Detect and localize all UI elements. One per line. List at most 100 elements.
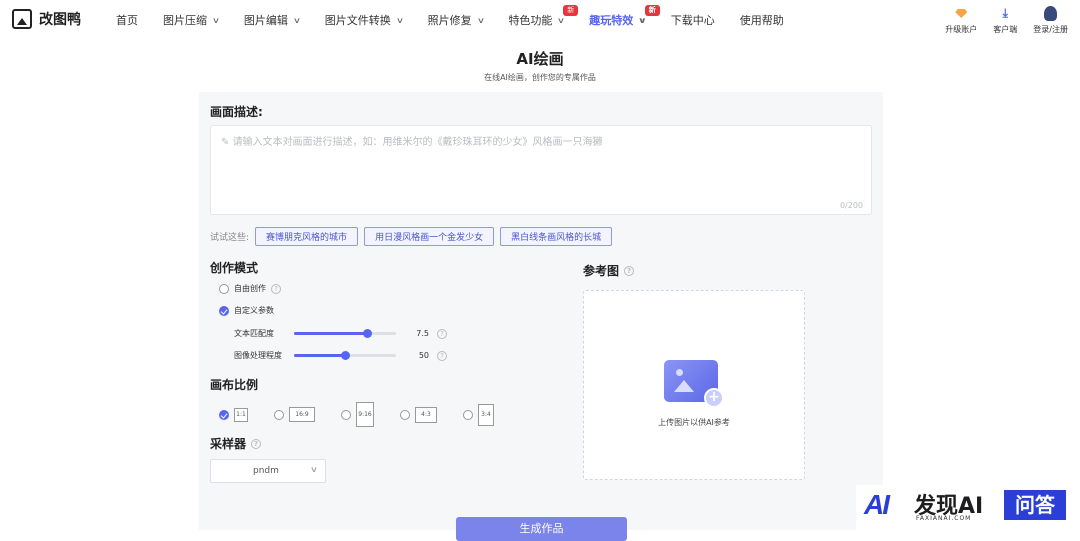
ai-painting-panel: 画面描述: ✎ 请输入文本对画面进行描述，如：用维米尔的《戴珍珠耳环的少女》风格… <box>199 92 883 530</box>
chevron-down-icon: ∨ <box>309 465 319 474</box>
mode-option-custom[interactable]: 自定义参数 <box>219 305 274 316</box>
sampler-section-title: 采样器 ? <box>210 435 262 452</box>
slider-text-match: 文本匹配度 7.5 ? <box>234 328 447 339</box>
sampler-value: pndm <box>253 466 279 476</box>
nav-label: 图片编辑 <box>243 14 288 27</box>
upgrade-account-button[interactable]: 升级账户 <box>945 6 977 35</box>
radio-button[interactable] <box>400 409 410 420</box>
prompt-placeholder: ✎ 请输入文本对画面进行描述，如：用维米尔的《戴珍珠耳环的少女》风格画一只海獭 <box>221 137 603 148</box>
slider-thumb[interactable] <box>363 329 373 338</box>
ratio-option-16-9[interactable]: 16:9 <box>274 407 315 422</box>
slider-value: 7.5 <box>416 329 429 338</box>
slider-label: 文本匹配度 <box>234 329 274 338</box>
generate-button[interactable]: 生成作品 <box>456 517 627 541</box>
ratio-section-title: 画布比例 <box>210 378 259 392</box>
help-icon[interactable]: ? <box>624 265 635 276</box>
watermark-box: 问答 <box>1004 490 1066 520</box>
page-title: AI绘画 <box>516 50 564 68</box>
header-tools: 升级账户 ⤓ 客户端 登录/注册 <box>945 6 1068 35</box>
suggestion-row: 试试这些: 赛博朋克风格的城市 用日漫风格画一个金发少女 黑白线条画风格的长城 <box>210 227 613 246</box>
radio-label: 自定义参数 <box>234 306 274 315</box>
placeholder-text: 请输入文本对画面进行描述，如：用维米尔的《戴珍珠耳环的少女》风格画一只海獭 <box>232 137 603 148</box>
logo-text: 改图鸭 <box>39 12 81 28</box>
nav-item-home[interactable]: 首页 <box>116 12 138 28</box>
ratio-option-9-16[interactable]: 9:16 <box>341 402 374 427</box>
nav-item-restore[interactable]: 照片修复 ∨ <box>428 12 485 28</box>
site-logo[interactable]: 改图鸭 <box>12 9 81 29</box>
nav-item-download[interactable]: 下载中心 <box>671 12 715 28</box>
nav-item-features[interactable]: 特色功能 ∨ 新 <box>508 5 579 28</box>
ratio-box: 16:9 <box>289 407 315 422</box>
slider-value: 50 <box>418 351 429 360</box>
chevron-down-icon: ∨ <box>557 15 566 25</box>
reference-section-title: 参考图 ? <box>583 262 635 279</box>
prompt-textarea[interactable]: ✎ 请输入文本对画面进行描述，如：用维米尔的《戴珍珠耳环的少女》风格画一只海獭 … <box>210 125 872 215</box>
tool-label: 升级账户 <box>945 25 978 34</box>
slider-track[interactable] <box>294 351 396 360</box>
help-icon[interactable]: ? <box>437 328 447 339</box>
sampler-title-text: 采样器 <box>210 437 247 451</box>
logo-icon <box>12 9 32 29</box>
radio-button[interactable] <box>463 409 473 420</box>
reference-upload-area[interactable]: + 上传图片以供AI参考 <box>583 290 805 480</box>
slider-track[interactable] <box>294 329 396 338</box>
watermark-en-text: FAXIANAI.COM <box>916 515 972 522</box>
suggestion-chip[interactable]: 赛博朋克风格的城市 <box>255 227 359 246</box>
prompt-section-title: 画面描述: <box>210 105 263 119</box>
chevron-down-icon: ∨ <box>211 15 221 25</box>
nav-item-edit[interactable]: 图片编辑 ∨ <box>243 12 301 28</box>
tool-label: 客户端 <box>993 25 1018 34</box>
ratio-option-3-4[interactable]: 3:4 <box>463 403 494 426</box>
nav-label: 趣玩特效 <box>589 14 634 27</box>
slider-thumb[interactable] <box>341 351 350 360</box>
sampler-select[interactable]: pndm ∨ <box>210 459 326 483</box>
help-icon[interactable]: ? <box>251 438 262 449</box>
diamond-icon <box>952 6 970 21</box>
reference-title-text: 参考图 <box>583 264 620 278</box>
try-label: 试试这些: <box>210 233 250 243</box>
ratio-option-4-3[interactable]: 4:3 <box>400 406 437 423</box>
radio-button[interactable] <box>274 409 284 420</box>
suggestion-chip[interactable]: 黑白线条画风格的长城 <box>500 227 613 246</box>
radio-button-checked[interactable] <box>219 409 229 420</box>
new-badge: 新 <box>644 5 660 16</box>
nav-item-help[interactable]: 使用帮助 <box>740 12 784 28</box>
chevron-down-icon: ∨ <box>637 15 648 25</box>
radio-button-checked[interactable] <box>219 305 229 316</box>
slider-image-process: 图像处理程度 50 ? <box>234 350 447 361</box>
ratio-box: 1:1 <box>234 407 248 422</box>
nav-item-compress[interactable]: 图片压缩 ∨ <box>163 12 221 28</box>
slider-fill <box>294 354 345 357</box>
radio-button[interactable] <box>341 409 351 420</box>
ratio-box: 4:3 <box>415 406 437 423</box>
slider-fill <box>294 332 368 335</box>
nav-item-convert[interactable]: 图片文件转换 ∨ <box>324 12 404 28</box>
watermark-logo: AI <box>864 489 890 520</box>
nav-item-fun-effects[interactable]: 趣玩特效 ∨ 新 <box>589 5 660 28</box>
plus-icon: + <box>704 388 724 408</box>
nav-label: 图片压缩 <box>163 14 207 27</box>
radio-button[interactable] <box>219 283 229 294</box>
tool-label: 登录/注册 <box>1033 25 1068 34</box>
new-badge: 新 <box>563 5 579 16</box>
slider-label: 图像处理程度 <box>234 351 282 360</box>
suggestion-chip[interactable]: 用日漫风格画一个金发少女 <box>364 227 495 246</box>
char-counter: 0/200 <box>839 201 863 210</box>
nav-label: 图片文件转换 <box>324 14 391 27</box>
mode-section-title: 创作模式 <box>210 261 259 275</box>
help-icon[interactable]: ? <box>437 350 447 361</box>
client-download-button[interactable]: ⤓ 客户端 <box>993 6 1017 35</box>
page-subtitle: 在线AI绘画，创作您的专属作品 <box>484 73 596 82</box>
help-icon[interactable]: ? <box>271 283 281 294</box>
nav-label: 首页 <box>116 14 138 27</box>
mode-option-free[interactable]: 自由创作 ? <box>219 283 281 294</box>
ratio-option-1-1[interactable]: 1:1 <box>219 407 248 422</box>
chevron-down-icon: ∨ <box>395 15 404 25</box>
user-avatar-icon <box>1042 6 1060 21</box>
nav-label: 特色功能 <box>508 14 553 27</box>
nav-label: 下载中心 <box>670 14 715 27</box>
chevron-down-icon: ∨ <box>292 15 301 25</box>
login-register-button[interactable]: 登录/注册 <box>1033 6 1068 35</box>
main-nav: 首页 图片压缩 ∨ 图片编辑 ∨ 图片文件转换 ∨ 照片修复 ∨ 特色功能 ∨ 新 趣玩特效… <box>116 5 784 28</box>
radio-label: 自由创作 <box>234 284 266 293</box>
